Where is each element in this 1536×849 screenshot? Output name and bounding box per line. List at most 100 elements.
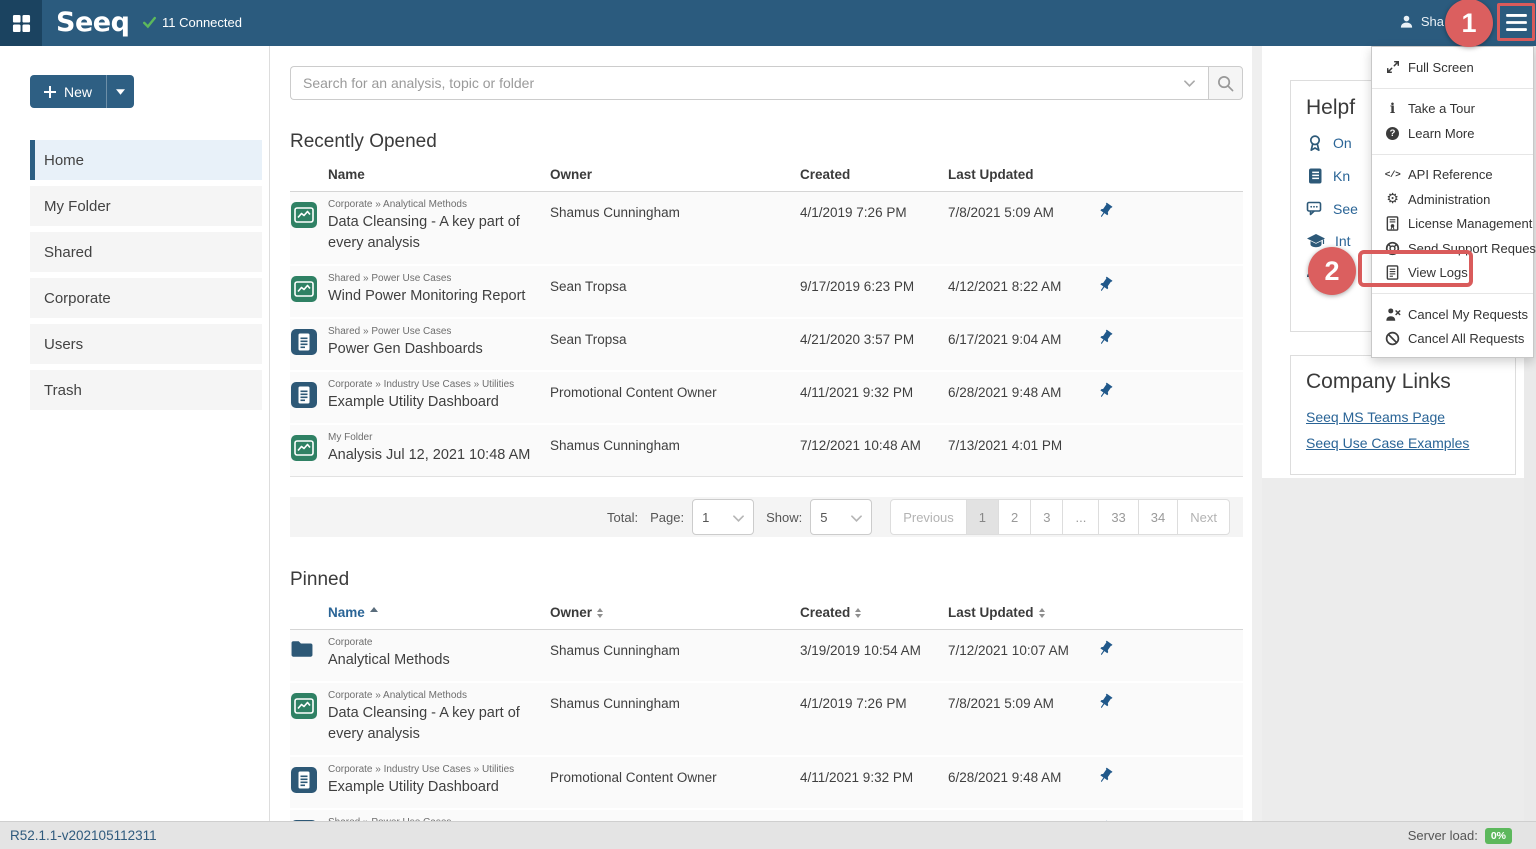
table-row: Corporate » Industry Use Cases » Utiliti…	[290, 370, 1243, 423]
menu-item-label: API Reference	[1408, 167, 1493, 182]
item-owner: Shamus Cunningham	[550, 192, 800, 264]
sort-icon	[597, 608, 603, 618]
pin-button[interactable]	[1097, 372, 1243, 423]
user-name: Sha	[1421, 14, 1444, 29]
menu-item-full-screen[interactable]: Full Screen	[1372, 55, 1533, 80]
menu-item-cancel-all-requests[interactable]: Cancel All Requests	[1372, 327, 1533, 352]
sidebar-item-shared[interactable]: Shared	[30, 232, 262, 272]
page-select[interactable]: 1	[692, 499, 754, 535]
hamburger-menu-button[interactable]	[1506, 14, 1527, 31]
pin-button[interactable]	[1097, 683, 1243, 755]
page-button-2[interactable]: 2	[998, 499, 1031, 535]
sort-header-name[interactable]: Name	[328, 605, 550, 620]
chevron-down-icon	[851, 510, 862, 525]
app-switcher-button[interactable]	[0, 0, 42, 46]
item-created: 4/21/2020 3:57 PM	[800, 319, 948, 370]
sort-header-owner[interactable]: Owner	[550, 605, 800, 620]
menu-item-api-reference[interactable]: </>API Reference	[1372, 163, 1533, 188]
item-path[interactable]: Corporate » Industry Use Cases » Utiliti…	[328, 378, 532, 392]
page-button-33[interactable]: 33	[1098, 499, 1138, 535]
sort-header-updated[interactable]: Last Updated	[948, 605, 1097, 620]
show-select[interactable]: 5	[810, 499, 872, 535]
new-button[interactable]: New	[30, 75, 134, 108]
previous-page-button[interactable]: Previous	[890, 499, 967, 535]
pinned-header: Name Owner Created Last Updated	[290, 605, 1243, 630]
item-path[interactable]: Corporate	[328, 636, 532, 650]
item-path[interactable]: Corporate » Analytical Methods	[328, 198, 532, 212]
chevron-down-icon	[1184, 80, 1195, 87]
table-row: Corporate » Analytical MethodsData Clean…	[290, 681, 1243, 755]
new-button-main[interactable]: New	[30, 75, 106, 108]
annotation-step-1-badge: 1	[1445, 0, 1493, 47]
item-name-link[interactable]: Analytical Methods	[328, 650, 532, 671]
item-updated: 7/8/2021 5:09 AM	[948, 683, 1097, 755]
pin-button[interactable]	[1097, 192, 1243, 264]
page-ellipsis: ...	[1062, 499, 1099, 535]
page-label: Page:	[650, 510, 684, 525]
search-button[interactable]	[1208, 66, 1243, 100]
menu-item-learn-more[interactable]: ?Learn More	[1372, 121, 1533, 146]
sidebar-item-label: My Folder	[44, 198, 111, 215]
next-page-button[interactable]: Next	[1177, 499, 1230, 535]
annotation-step-2-badge: 2	[1308, 247, 1356, 295]
connection-status-label: 11 Connected	[162, 15, 242, 30]
main-scrollbar[interactable]	[1252, 46, 1262, 821]
full-screen-icon	[1386, 60, 1400, 74]
total-label: Total:	[607, 510, 638, 525]
sidebar-item-users[interactable]: Users	[30, 324, 262, 364]
sidebar-item-my-folder[interactable]: My Folder	[30, 186, 262, 226]
item-name-link[interactable]: Power Gen Dashboards	[328, 339, 532, 360]
sidebar-item-trash[interactable]: Trash	[30, 370, 262, 410]
item-path[interactable]: My Folder	[328, 431, 532, 445]
item-name-link[interactable]: Wind Power Monitoring Report	[328, 286, 532, 307]
sidebar-item-home[interactable]: Home	[30, 140, 262, 180]
page-button-3[interactable]: 3	[1030, 499, 1063, 535]
search-bar	[290, 66, 1243, 100]
search-input[interactable]	[290, 66, 1208, 100]
company-link-teams[interactable]: Seeq MS Teams Page	[1306, 409, 1515, 425]
page-button-1[interactable]: 1	[966, 499, 999, 535]
item-path[interactable]: Shared » Power Use Cases	[328, 272, 532, 286]
item-name-link[interactable]: Analysis Jul 12, 2021 10:48 AM	[328, 445, 532, 466]
table-row: CorporateAnalytical Methods Shamus Cunni…	[290, 630, 1243, 681]
ban-icon	[1385, 331, 1400, 346]
column-header-name: Name	[328, 605, 365, 620]
item-name-link[interactable]: Example Utility Dashboard	[328, 392, 532, 413]
pin-button[interactable]	[1097, 319, 1243, 370]
sort-header-created[interactable]: Created	[800, 605, 948, 620]
item-owner: Promotional Content Owner	[550, 372, 800, 423]
item-path[interactable]: Corporate » Industry Use Cases » Utiliti…	[328, 763, 532, 777]
item-name-link[interactable]: Data Cleansing - A key part of every ana…	[328, 703, 532, 745]
item-name-link[interactable]: Data Cleansing - A key part of every ana…	[328, 212, 532, 254]
pin-button[interactable]	[1097, 630, 1243, 681]
item-path[interactable]: Shared » Power Use Cases	[328, 325, 532, 339]
user-icon	[1399, 14, 1414, 29]
sort-icon	[855, 608, 861, 618]
menu-item-take-a-tour[interactable]: iTake a Tour	[1372, 97, 1533, 122]
menu-item-license-management[interactable]: License Management	[1372, 212, 1533, 237]
item-path[interactable]: Corporate » Analytical Methods	[328, 689, 532, 703]
graduation-cap-icon	[1306, 233, 1326, 249]
recently-opened-table: Corporate » Analytical MethodsData Clean…	[290, 192, 1243, 477]
menu-divider	[1372, 154, 1533, 155]
sidebar-item-corporate[interactable]: Corporate	[30, 278, 262, 318]
user-menu[interactable]: Sha	[1399, 14, 1444, 29]
menu-item-label: Cancel My Requests	[1408, 307, 1528, 322]
pin-button[interactable]	[1097, 266, 1243, 317]
pin-icon	[1097, 640, 1114, 657]
menu-item-cancel-my-requests[interactable]: Cancel My Requests	[1372, 302, 1533, 327]
pin-button[interactable]	[1097, 757, 1243, 808]
menu-item-administration[interactable]: ⚙Administration	[1372, 187, 1533, 212]
folder-icon	[290, 630, 328, 681]
company-link-use-cases[interactable]: Seeq Use Case Examples	[1306, 435, 1515, 451]
license-icon	[1385, 216, 1400, 231]
new-button-dropdown[interactable]	[107, 75, 134, 108]
folder-nav: Home My Folder Shared Corporate Users Tr…	[30, 140, 262, 410]
caret-down-icon	[116, 89, 125, 95]
show-label: Show:	[766, 510, 802, 525]
notebook-icon	[1306, 167, 1324, 185]
column-header-updated: Last Updated	[948, 605, 1034, 620]
hamburger-dropdown-menu: Full Screen iTake a Tour ?Learn More </>…	[1371, 46, 1534, 358]
page-button-34[interactable]: 34	[1138, 499, 1178, 535]
item-name-link[interactable]: Example Utility Dashboard	[328, 777, 532, 798]
